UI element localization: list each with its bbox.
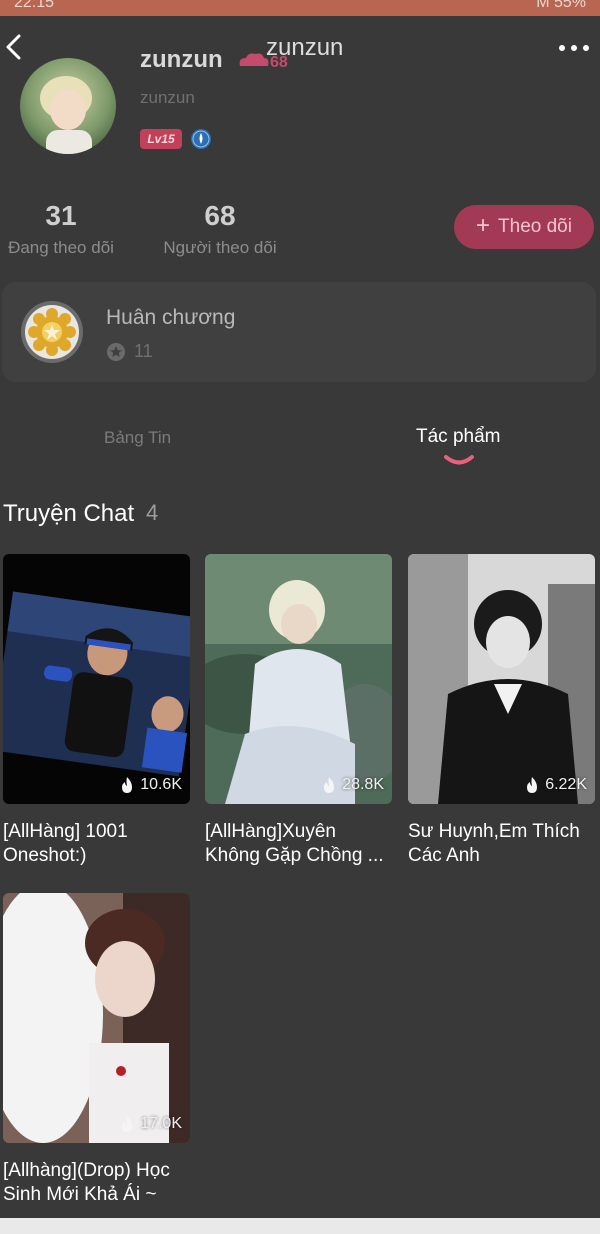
star-badge-icon	[106, 342, 126, 362]
story-title-line1: [AllHàng]Xuyên	[205, 821, 336, 842]
story-title-line2: Các Anh	[408, 845, 480, 866]
story-title: [AllHàng]Xuyên Không Gặp Chồng ...	[205, 820, 392, 868]
view-count-value: 17.0K	[140, 1115, 182, 1132]
name-overlay: zunzun	[266, 34, 344, 61]
profile-id: zunzun	[140, 88, 195, 107]
medals-title: Huân chương	[106, 306, 236, 329]
story-title-line2: Không Gặp Chồng ...	[205, 845, 384, 866]
following-stat[interactable]: 31 Đang theo dõi	[2, 200, 120, 258]
flame-icon	[527, 777, 538, 793]
chevron-left-icon	[6, 34, 21, 60]
followers-count: 68	[204, 200, 236, 231]
story-card[interactable]: 17.0K [Allhàng](Drop) Học Sinh Mới Khả Á…	[3, 893, 190, 1207]
avatar[interactable]	[20, 58, 116, 154]
view-count: 10.6K	[120, 776, 182, 794]
status-time: 22:15	[14, 0, 55, 11]
view-count-value: 6.22K	[545, 776, 587, 793]
flame-icon	[324, 777, 335, 793]
story-title-line2: Oneshot:)	[3, 845, 87, 866]
avatar-image	[20, 58, 116, 154]
following-label: Đang theo dõi	[8, 238, 114, 257]
story-cover: 6.22K	[408, 554, 595, 804]
story-title-line2: Sinh Mới Khả Ái ~	[3, 1184, 157, 1205]
story-title-line1: Sư Huynh,Em Thích	[408, 821, 580, 842]
verified-badge-icon	[190, 128, 212, 150]
section-title: Truyện Chat	[3, 500, 135, 527]
following-count: 31	[45, 200, 77, 231]
story-cover: 10.6K	[3, 554, 190, 804]
medal-icon	[20, 300, 84, 364]
status-indicators: M 55%	[536, 0, 586, 11]
plus-icon: +	[476, 212, 491, 239]
story-card[interactable]: 28.8K [AllHàng]Xuyên Không Gặp Chồng ...	[205, 554, 392, 868]
view-count: 17.0K	[120, 1115, 182, 1133]
story-card[interactable]: 10.6K [AllHàng] 1001 Oneshot:)	[3, 554, 190, 868]
medals-count: 11	[134, 341, 153, 361]
profile-name: zunzun	[140, 46, 223, 73]
flame-icon	[122, 777, 133, 793]
bottom-bar	[0, 1218, 600, 1234]
story-title: [AllHàng] 1001 Oneshot:)	[3, 820, 190, 868]
tab-works[interactable]: Tác phẩm	[416, 426, 500, 448]
view-count: 6.22K	[525, 776, 587, 794]
level-badge: Lv15	[140, 129, 182, 149]
tab-feed[interactable]: Bảng Tin	[104, 428, 171, 448]
story-cover: 17.0K	[3, 893, 190, 1143]
follow-button[interactable]: + Theo dõi	[454, 205, 594, 249]
followers-stat[interactable]: 68 Người theo dõi	[156, 200, 284, 258]
view-count: 28.8K	[322, 776, 384, 794]
more-dots-icon	[559, 45, 589, 51]
view-count-value: 28.8K	[342, 776, 384, 793]
followers-label: Người theo dõi	[163, 238, 277, 257]
back-button[interactable]	[2, 32, 30, 66]
story-title: Sư Huynh,Em Thích Các Anh	[408, 820, 595, 868]
view-count-value: 10.6K	[140, 776, 182, 793]
story-title-line1: [AllHàng] 1001	[3, 821, 128, 842]
story-cover: 28.8K	[205, 554, 392, 804]
tab-active-indicator	[442, 452, 476, 468]
flame-icon	[122, 1116, 133, 1132]
medals-card[interactable]: Huân chương 11	[2, 282, 596, 382]
follow-button-label: Theo dõi	[498, 216, 572, 237]
status-bar: 22:15 M 55%	[0, 0, 600, 16]
story-title-line1: [Allhàng](Drop) Học	[3, 1160, 170, 1181]
section-count: 4	[146, 500, 159, 525]
more-button[interactable]	[556, 38, 592, 58]
story-card[interactable]: 6.22K Sư Huynh,Em Thích Các Anh	[408, 554, 595, 868]
story-title: [Allhàng](Drop) Học Sinh Mới Khả Ái ~	[3, 1159, 190, 1207]
